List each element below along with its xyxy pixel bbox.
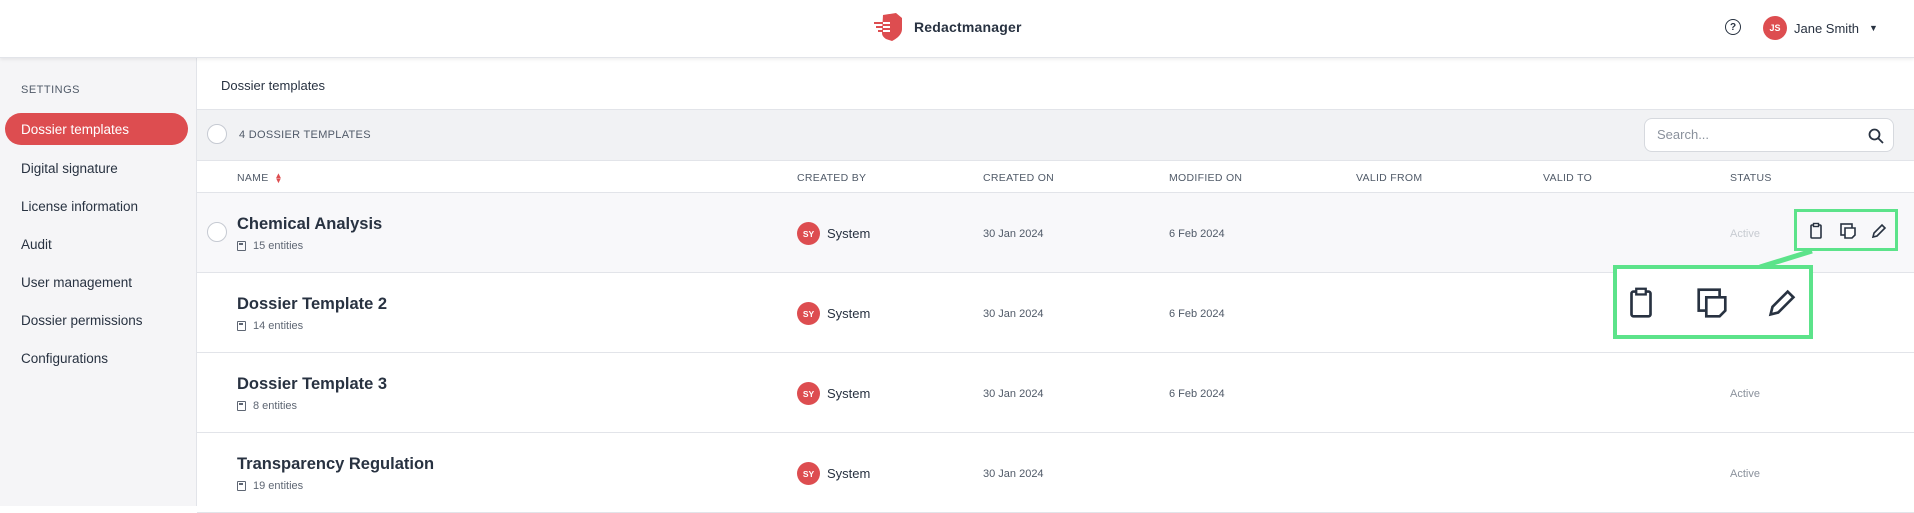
created-on: 30 Jan 2024 <box>983 228 1044 240</box>
column-header-modified-on[interactable]: MODIFIED ON <box>1169 172 1242 184</box>
created-by: SY System <box>797 302 870 325</box>
created-on: 30 Jan 2024 <box>983 388 1044 400</box>
search-icon[interactable] <box>1868 128 1884 144</box>
status-label: Active <box>1730 228 1760 240</box>
redactmanager-logo-icon <box>874 13 902 41</box>
row-actions-highlight <box>1794 209 1898 251</box>
modified-on: 6 Feb 2024 <box>1169 228 1225 240</box>
entity-count-label: 8 entities <box>253 400 298 412</box>
delete-icon <box>1630 287 1652 318</box>
entity-count: 15 entities <box>237 240 303 252</box>
created-on: 30 Jan 2024 <box>983 468 1044 480</box>
entity-count-label: 15 entities <box>253 240 304 252</box>
list-header: 4 DOSSIER TEMPLATES <box>197 109 1914 161</box>
top-bar: Redactmanager ? JS Jane Smith ▼ <box>0 0 1914 58</box>
column-header-created-on[interactable]: CREATED ON <box>983 172 1054 184</box>
user-menu[interactable]: JS Jane Smith ▼ <box>1763 16 1878 40</box>
table-row[interactable]: Chemical Analysis 15 entities SY System 3… <box>197 193 1914 273</box>
creator-name: System <box>827 226 871 241</box>
creator-name: System <box>827 466 871 481</box>
caret-down-icon: ▼ <box>1869 23 1878 33</box>
settings-sidebar: SETTINGS Dossier templates Digital signa… <box>0 58 197 506</box>
edit-icon[interactable] <box>1869 221 1889 241</box>
column-header-name-label: NAME <box>237 172 269 184</box>
column-header-created-by[interactable]: CREATED BY <box>797 172 866 184</box>
entity-count-label: 19 entities <box>253 480 304 492</box>
status-label: Active <box>1730 388 1760 400</box>
sidebar-item-license-information[interactable]: License information <box>5 190 188 222</box>
user-avatar: JS <box>1763 16 1787 40</box>
creator-avatar: SY <box>797 462 820 485</box>
page-title: Dossier templates <box>221 78 326 93</box>
sidebar-item-dossier-permissions[interactable]: Dossier permissions <box>5 304 188 336</box>
entity-count-label: 14 entities <box>253 320 304 332</box>
entity-count: 14 entities <box>237 320 303 332</box>
table-row[interactable]: Dossier Template 3 8 entities SY System 3… <box>197 353 1914 433</box>
creator-avatar: SY <box>797 382 820 405</box>
edit-icon <box>1768 289 1796 317</box>
sidebar-heading: SETTINGS <box>21 84 81 96</box>
entity-icon <box>237 481 246 491</box>
sidebar-item-digital-signature[interactable]: Digital signature <box>5 152 188 184</box>
column-header-valid-from[interactable]: VALID FROM <box>1356 172 1422 184</box>
sidebar-item-dossier-templates[interactable]: Dossier templates <box>5 113 188 145</box>
entity-count: 8 entities <box>237 400 297 412</box>
column-header-status[interactable]: STATUS <box>1730 172 1772 184</box>
modified-on: 6 Feb 2024 <box>1169 308 1225 320</box>
clone-icon <box>1697 288 1727 318</box>
column-header-name[interactable]: NAME ▲ ▼ <box>237 172 283 185</box>
template-count: 4 DOSSIER TEMPLATES <box>239 129 371 141</box>
entity-icon <box>237 321 246 331</box>
created-by: SY System <box>797 382 870 405</box>
sidebar-item-configurations[interactable]: Configurations <box>5 342 188 374</box>
status-label: Active <box>1730 468 1760 480</box>
column-headers: NAME ▲ ▼ CREATED BY CREATED ON MODIFIED ON… <box>197 161 1914 193</box>
app-name: Redactmanager <box>914 19 1022 35</box>
table-row[interactable]: Transparency Regulation 19 entities SY Sy… <box>197 433 1914 513</box>
template-name[interactable]: Chemical Analysis <box>237 215 382 234</box>
entity-icon <box>237 401 246 411</box>
entity-count: 19 entities <box>237 480 303 492</box>
brand[interactable]: Redactmanager <box>874 13 1022 41</box>
template-name[interactable]: Transparency Regulation <box>237 455 434 474</box>
sidebar-item-audit[interactable]: Audit <box>5 228 188 260</box>
creator-avatar: SY <box>797 302 820 325</box>
column-header-valid-to[interactable]: VALID TO <box>1543 172 1592 184</box>
search-box <box>1644 118 1894 152</box>
sort-icon[interactable]: ▲ ▼ <box>275 172 283 185</box>
modified-on: 6 Feb 2024 <box>1169 388 1225 400</box>
entity-icon <box>237 241 246 251</box>
user-name: Jane Smith <box>1794 20 1860 36</box>
creator-name: System <box>827 386 871 401</box>
clone-icon[interactable] <box>1838 221 1858 241</box>
template-name[interactable]: Dossier Template 3 <box>237 375 387 394</box>
creator-avatar: SY <box>797 222 820 245</box>
creator-name: System <box>827 306 871 321</box>
created-by: SY System <box>797 462 870 485</box>
created-by: SY System <box>797 222 870 245</box>
help-icon[interactable]: ? <box>1725 19 1741 35</box>
search-input[interactable] <box>1657 127 1857 142</box>
template-name[interactable]: Dossier Template 2 <box>237 295 387 314</box>
select-all-checkbox[interactable] <box>207 124 227 144</box>
created-on: 30 Jan 2024 <box>983 308 1044 320</box>
sidebar-item-user-management[interactable]: User management <box>5 266 188 298</box>
row-actions-zoom-callout <box>1613 265 1813 339</box>
row-checkbox[interactable] <box>207 222 227 242</box>
delete-icon[interactable] <box>1806 221 1826 241</box>
